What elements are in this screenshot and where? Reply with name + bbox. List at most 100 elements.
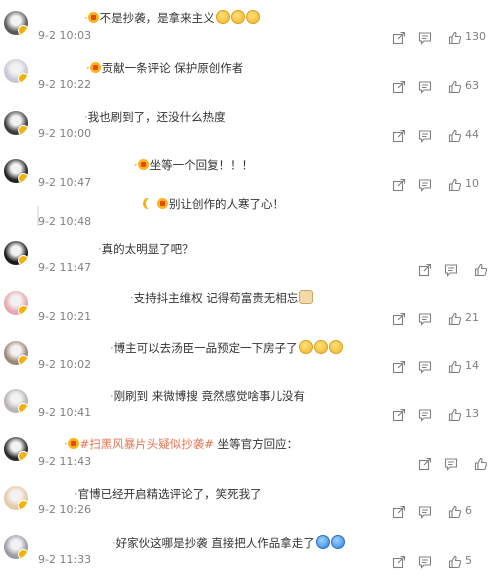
avatar[interactable]: [4, 11, 28, 35]
comment-time: 9-2 10:47: [38, 176, 92, 189]
comment-text: · 不是抄袭，是拿来主义: [84, 10, 260, 26]
like-count: 10: [465, 177, 479, 190]
share-button[interactable]: [392, 359, 406, 374]
comment-button[interactable]: [418, 30, 432, 45]
like-icon: [448, 360, 462, 374]
verified-badge-icon: [18, 500, 28, 510]
like-button[interactable]: [474, 262, 488, 277]
share-button[interactable]: [392, 30, 406, 45]
like-icon: [474, 263, 488, 277]
comment-icon: [418, 556, 432, 569]
fan-badge-icon: [137, 159, 149, 170]
comment-time: 9-2 10:26: [38, 503, 92, 516]
emoji-icon: [330, 535, 345, 549]
comment-segment: 官博已经开启精选评论了，笑死我了: [77, 487, 262, 501]
share-button[interactable]: [418, 456, 432, 471]
emoji-icon: [315, 535, 330, 549]
comment-button[interactable]: [444, 456, 458, 471]
comment-button[interactable]: [444, 262, 458, 277]
share-icon: [392, 31, 406, 45]
like-count: 63: [465, 79, 479, 92]
avatar[interactable]: [4, 486, 28, 510]
share-button[interactable]: [392, 554, 406, 569]
comment-text: ·支持抖主维权 记得苟富贵无相忘: [130, 290, 314, 306]
like-button[interactable]: [448, 311, 462, 326]
verified-badge-icon: [18, 73, 28, 83]
comment-button[interactable]: [418, 311, 432, 326]
like-button[interactable]: [448, 128, 462, 143]
comment-segment: 博主可以去汤臣一品预定一下房子了: [113, 341, 298, 355]
avatar[interactable]: [4, 291, 28, 315]
comment-time: 9-2 11:47: [38, 261, 92, 274]
avatar[interactable]: [4, 241, 28, 265]
avatar[interactable]: [4, 159, 28, 183]
comment-button[interactable]: [418, 177, 432, 192]
share-icon: [392, 555, 406, 569]
comment-button[interactable]: [418, 407, 432, 422]
share-button[interactable]: [392, 79, 406, 94]
avatar[interactable]: [4, 59, 28, 83]
fan-badge-icon: [157, 198, 168, 209]
comment-text: · 贡献一条评论 保护原创作者: [86, 60, 243, 76]
comment-time: 9-2 10:03: [38, 29, 92, 42]
share-button[interactable]: [392, 128, 406, 143]
like-button[interactable]: [448, 79, 462, 94]
like-button[interactable]: [448, 407, 462, 422]
like-button[interactable]: [448, 177, 462, 192]
comment-icon: [444, 458, 458, 471]
share-button[interactable]: [392, 177, 406, 192]
comment-button[interactable]: [418, 359, 432, 374]
like-count: 44: [465, 128, 479, 141]
share-icon: [392, 80, 406, 94]
avatar[interactable]: [4, 535, 28, 559]
share-icon: [392, 129, 406, 143]
like-button[interactable]: [448, 554, 462, 569]
like-button[interactable]: [474, 456, 488, 471]
comment-icon: [418, 361, 432, 374]
share-icon: [392, 360, 406, 374]
avatar[interactable]: [4, 111, 28, 135]
comment-icon: [444, 264, 458, 277]
like-button[interactable]: [448, 359, 462, 374]
share-icon: [392, 178, 406, 192]
comment-text: · #扫黑风暴片头疑似抄袭# 坐等官方回应：: [64, 436, 298, 452]
comment-time: 9-2 10:21: [38, 310, 92, 323]
comment-time: 9-2 10:22: [38, 78, 92, 91]
emoji-icon: [299, 290, 314, 304]
emoji-icon: [328, 340, 343, 354]
share-icon: [392, 312, 406, 326]
comment-time: 9-2 10:41: [38, 406, 92, 419]
comment-button[interactable]: [418, 554, 432, 569]
verified-badge-icon: [18, 549, 28, 559]
verified-badge-icon: [18, 403, 28, 413]
comment-time: 9-2 11:33: [38, 553, 92, 566]
comment-icon: [418, 32, 432, 45]
share-button[interactable]: [418, 262, 432, 277]
comment-segment: 贡献一条评论 保护原创作者: [101, 61, 244, 75]
comment-button[interactable]: [418, 128, 432, 143]
share-button[interactable]: [392, 407, 406, 422]
avatar[interactable]: [4, 341, 28, 365]
topic-link[interactable]: #扫黑风暴片头疑似抄袭#: [80, 437, 214, 451]
comment-button[interactable]: [418, 79, 432, 94]
comment-segment: 刚刷到 来微博搜 竟然感觉啥事儿没有: [113, 389, 305, 403]
verified-badge-icon: [18, 305, 28, 315]
comment-button[interactable]: [418, 504, 432, 519]
like-button[interactable]: [448, 30, 462, 45]
avatar[interactable]: [4, 389, 28, 413]
like-button[interactable]: [448, 504, 462, 519]
like-count: 130: [465, 30, 486, 43]
comment-segment: 真的太明显了吧？: [101, 242, 194, 256]
comment-icon: [418, 506, 432, 519]
like-icon: [448, 178, 462, 192]
like-icon: [448, 408, 462, 422]
share-button[interactable]: [392, 311, 406, 326]
share-button[interactable]: [392, 504, 406, 519]
fan-badge-icon: [89, 62, 101, 73]
comment-segment: 坐等官方回应：: [213, 437, 299, 451]
comment-text: · 坐等一个回复！！！: [134, 157, 253, 173]
avatar[interactable]: [4, 437, 28, 461]
like-count: 21: [465, 311, 479, 324]
like-count: 5: [465, 554, 472, 567]
like-icon: [474, 457, 488, 471]
